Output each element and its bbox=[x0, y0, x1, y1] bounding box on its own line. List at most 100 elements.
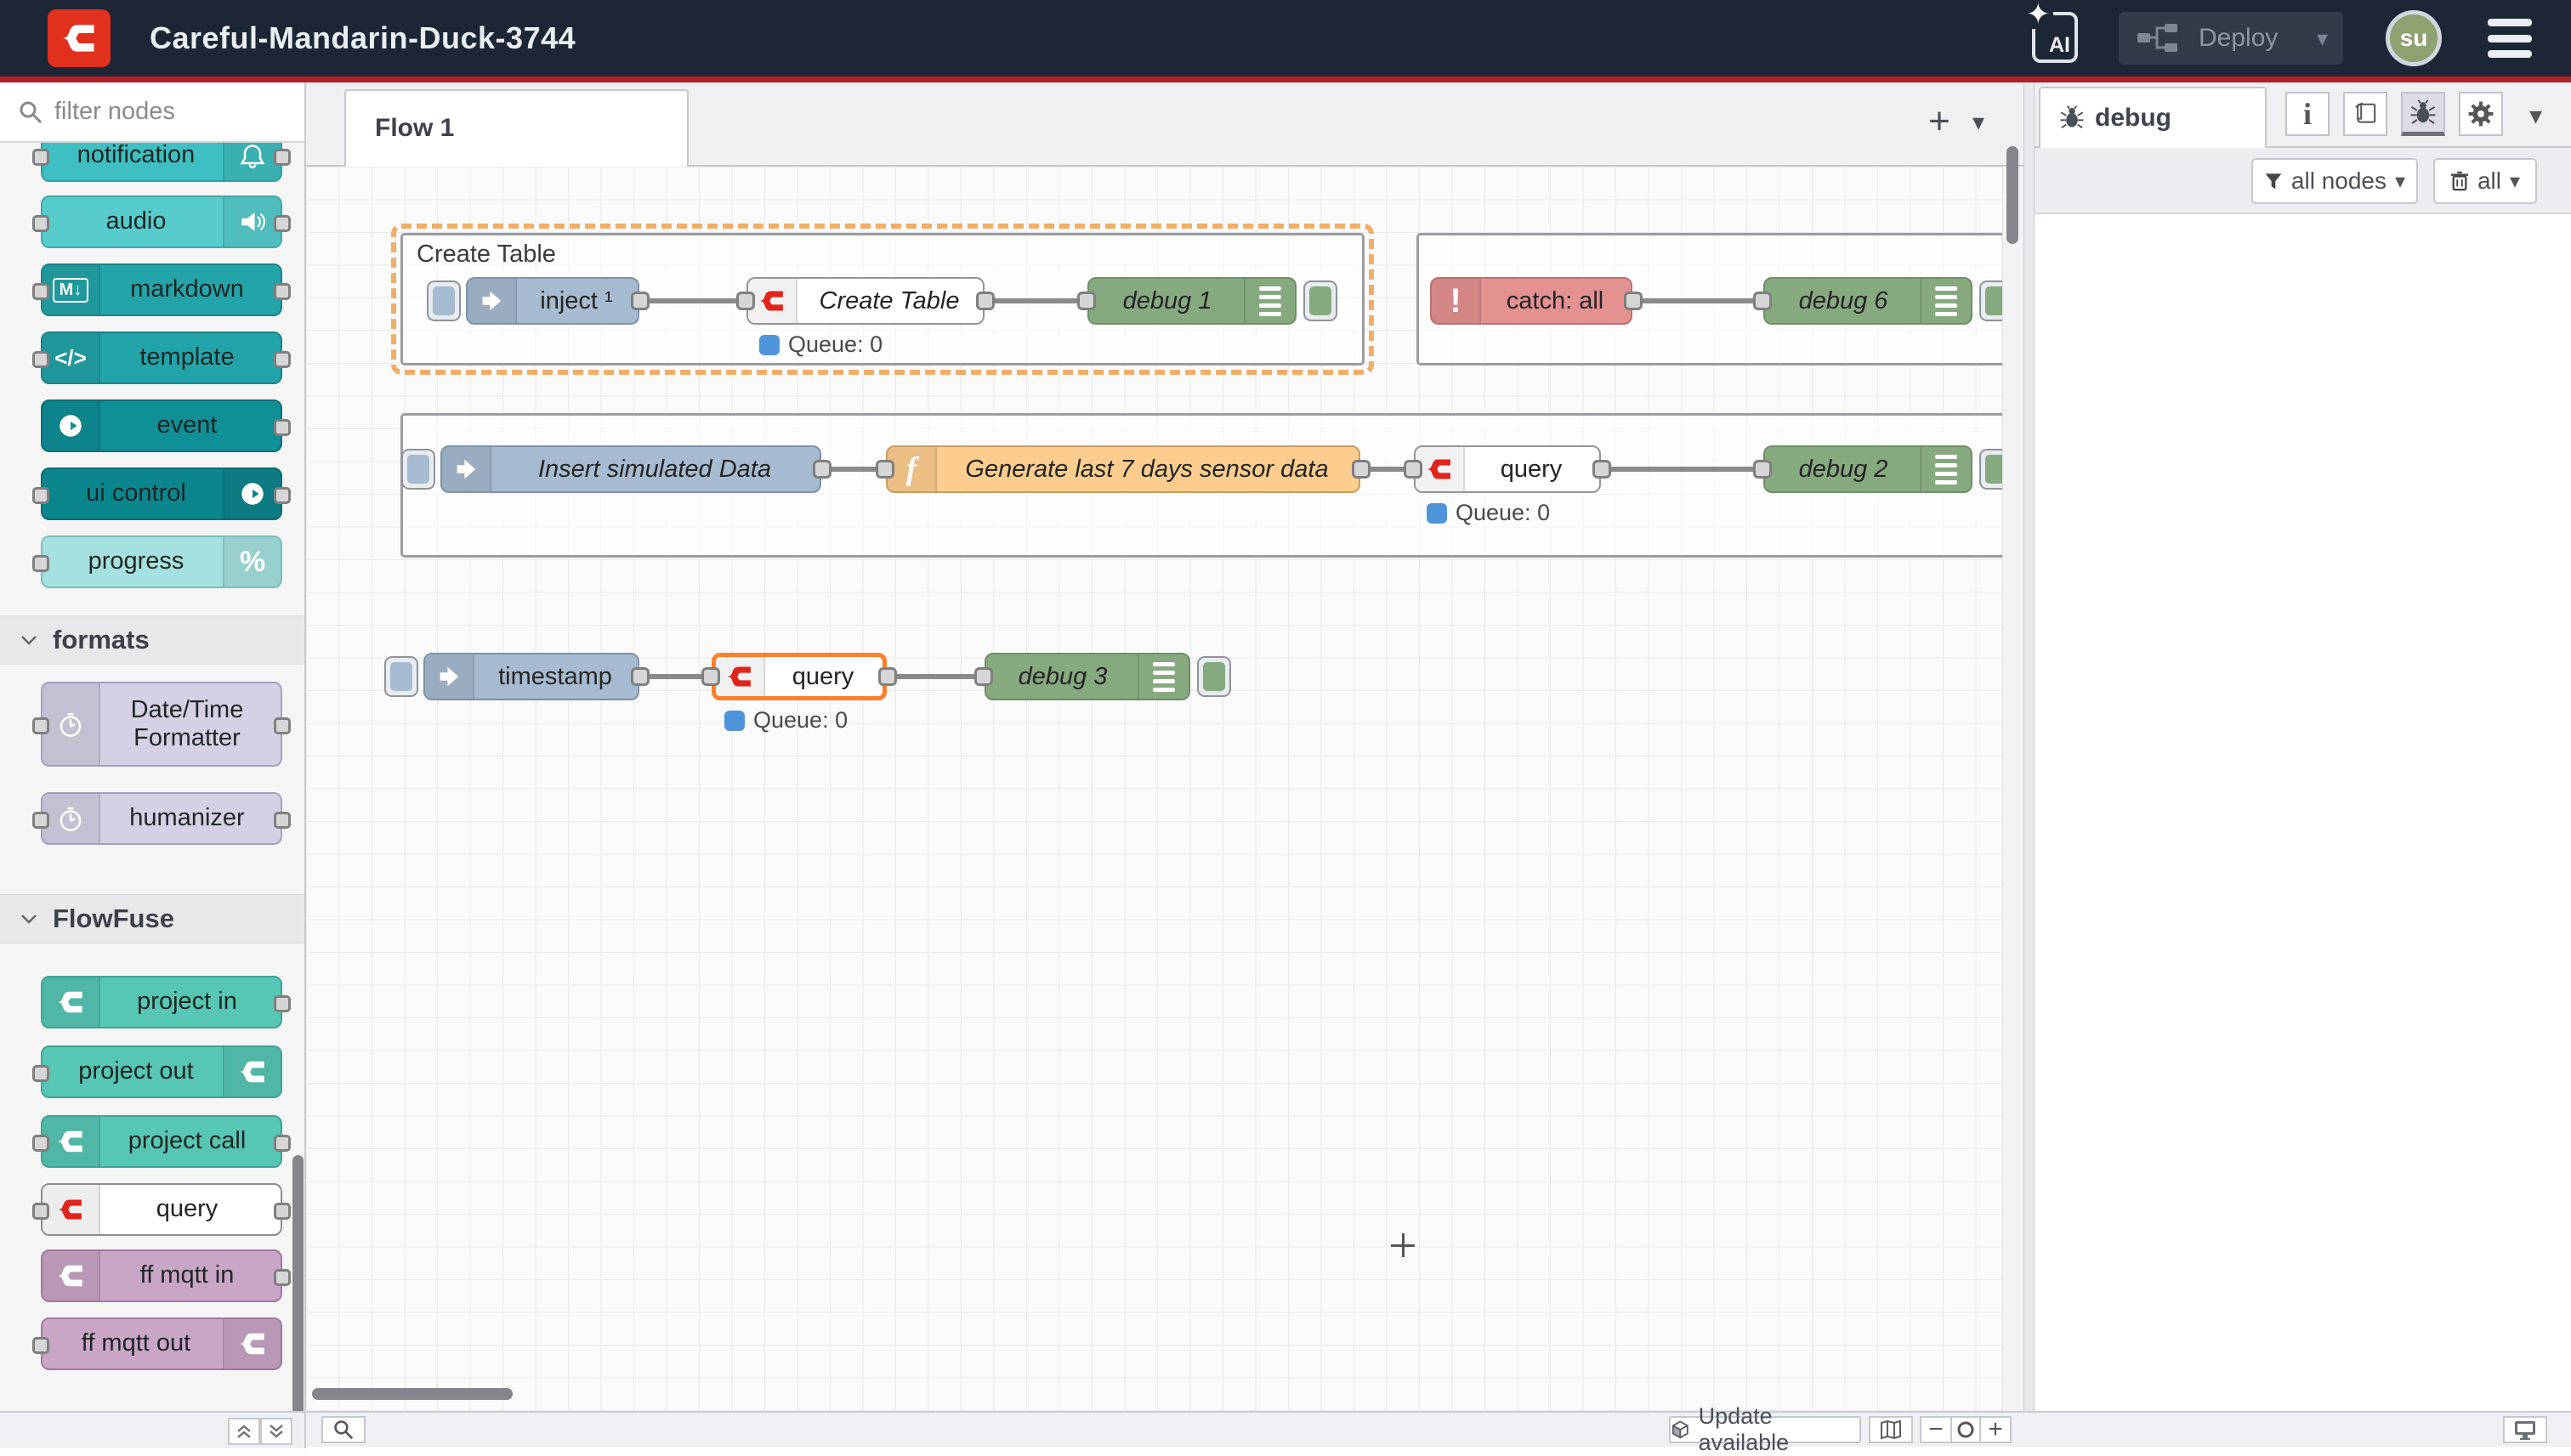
wire[interactable] bbox=[887, 674, 985, 679]
input-port[interactable] bbox=[1753, 460, 1772, 479]
wire[interactable] bbox=[1601, 467, 1763, 472]
palette-expand-all-button[interactable] bbox=[260, 1418, 292, 1445]
zoom-reset-button[interactable] bbox=[1950, 1416, 1981, 1443]
deploy-caret-icon[interactable]: ▾ bbox=[2317, 25, 2328, 52]
node-catch-all[interactable]: !catch: all bbox=[1430, 277, 1632, 325]
palette-node-markdown[interactable]: M↓ markdown bbox=[41, 263, 282, 316]
wire[interactable] bbox=[639, 298, 746, 303]
input-port[interactable] bbox=[1753, 292, 1772, 310]
sidebar-help-button[interactable] bbox=[2343, 92, 2387, 136]
palette-node-project-call[interactable]: project call bbox=[41, 1115, 282, 1168]
palette-node-progress[interactable]: % progress bbox=[41, 535, 282, 588]
input-port[interactable] bbox=[32, 717, 49, 734]
output-port[interactable] bbox=[274, 351, 291, 368]
palette-collapse-all-button[interactable] bbox=[228, 1418, 260, 1445]
flow-list-caret-icon[interactable]: ▾ bbox=[1972, 108, 1984, 136]
debug-enable-button[interactable] bbox=[1979, 449, 2002, 490]
input-port[interactable] bbox=[1404, 460, 1422, 479]
output-port[interactable] bbox=[274, 1203, 291, 1220]
inject-button[interactable] bbox=[427, 280, 461, 321]
zoom-out-button[interactable]: − bbox=[1920, 1416, 1950, 1443]
debug-clear-button[interactable]: all ▾ bbox=[2433, 158, 2537, 204]
ai-assistant-icon[interactable]: ✦ AI bbox=[2032, 12, 2078, 63]
node-timestamp[interactable]: timestamp bbox=[423, 653, 639, 700]
output-port[interactable] bbox=[274, 1135, 291, 1152]
wire[interactable] bbox=[1632, 298, 1763, 303]
debug-toggle-strip[interactable] bbox=[1920, 279, 1971, 323]
palette-node-audio[interactable]: audio bbox=[41, 195, 282, 248]
palette-node-datetime-formatter[interactable]: Date/TimeFormatter bbox=[41, 682, 282, 767]
output-port[interactable] bbox=[274, 149, 291, 166]
sidebar-config-button[interactable] bbox=[2459, 92, 2503, 136]
palette-node-humanizer[interactable]: humanizer bbox=[41, 792, 282, 845]
output-port[interactable] bbox=[274, 1269, 291, 1286]
output-port[interactable] bbox=[631, 292, 650, 310]
input-port[interactable] bbox=[736, 292, 755, 310]
output-port[interactable] bbox=[274, 283, 291, 300]
main-menu-button[interactable] bbox=[2488, 19, 2532, 58]
sidebar-tabs-caret-icon[interactable]: ▾ bbox=[2529, 101, 2542, 131]
user-avatar[interactable]: su bbox=[2386, 10, 2442, 66]
input-port[interactable] bbox=[32, 351, 49, 368]
zoom-in-button[interactable]: + bbox=[1981, 1416, 2012, 1443]
palette-node-ff-mqtt-out[interactable]: ff mqtt out bbox=[41, 1317, 282, 1370]
input-port[interactable] bbox=[1077, 292, 1096, 310]
palette-node-ff-mqtt-in[interactable]: ff mqtt in bbox=[41, 1249, 282, 1302]
output-port[interactable] bbox=[274, 419, 291, 436]
node-debug-3[interactable]: debug 3 bbox=[985, 653, 1190, 700]
sidebar-info-button[interactable]: i bbox=[2285, 92, 2330, 136]
debug-enable-button[interactable] bbox=[1197, 656, 1231, 697]
node-generate-sensor-data[interactable]: fGenerate last 7 days sensor data bbox=[886, 445, 1360, 493]
sidebar-debug-button[interactable] bbox=[2401, 92, 2445, 136]
palette-node-ui-control[interactable]: ui control bbox=[41, 467, 282, 520]
output-port[interactable] bbox=[1352, 460, 1371, 479]
input-port[interactable] bbox=[32, 812, 49, 829]
debug-enable-button[interactable] bbox=[1303, 280, 1337, 321]
canvas-search-button[interactable] bbox=[321, 1416, 366, 1443]
palette-node-template[interactable]: </> template bbox=[41, 331, 282, 384]
node-debug-2[interactable]: debug 2 bbox=[1763, 445, 1972, 493]
update-available-button[interactable]: Update available bbox=[1669, 1416, 1861, 1443]
debug-enable-button[interactable] bbox=[1979, 280, 2002, 321]
palette-filter-input[interactable] bbox=[53, 97, 286, 127]
input-port[interactable] bbox=[32, 555, 49, 572]
palette-scrollbar[interactable] bbox=[292, 1155, 304, 1444]
output-port[interactable] bbox=[274, 812, 291, 829]
flow-canvas[interactable]: Create Table Queue: 0 Queue: 0 Queue: 0i… bbox=[306, 167, 2002, 1411]
node-debug-6[interactable]: debug 6 bbox=[1763, 277, 1972, 325]
sidebar-tab-debug[interactable]: debug bbox=[2039, 87, 2267, 148]
input-port[interactable] bbox=[32, 283, 49, 300]
debug-toggle-strip[interactable] bbox=[1138, 654, 1189, 699]
input-port[interactable] bbox=[32, 1337, 49, 1354]
node-debug-1[interactable]: debug 1 bbox=[1087, 277, 1297, 325]
canvas-vscroll-track[interactable] bbox=[2002, 167, 2024, 1411]
palette-section-flowfuse[interactable]: FlowFuse bbox=[0, 894, 304, 943]
output-port[interactable] bbox=[878, 667, 897, 686]
output-port[interactable] bbox=[976, 292, 995, 310]
input-port[interactable] bbox=[32, 1065, 49, 1082]
output-port[interactable] bbox=[813, 460, 831, 479]
wire[interactable] bbox=[985, 298, 1087, 303]
debug-toggle-strip[interactable] bbox=[1244, 279, 1295, 323]
deploy-button[interactable]: Deploy ▾ bbox=[2119, 12, 2343, 65]
node-query-2[interactable]: query bbox=[1414, 445, 1601, 493]
input-port[interactable] bbox=[974, 667, 993, 686]
input-port[interactable] bbox=[32, 1135, 49, 1152]
inject-button[interactable] bbox=[384, 656, 418, 697]
input-port[interactable] bbox=[876, 460, 894, 479]
palette-node-query[interactable]: query bbox=[41, 1183, 282, 1236]
debug-filter-button[interactable]: all nodes ▾ bbox=[2251, 158, 2418, 204]
inject-button[interactable] bbox=[401, 449, 435, 490]
tab-flow-1[interactable]: Flow 1 bbox=[344, 89, 689, 167]
minimap-button[interactable] bbox=[1869, 1416, 1913, 1443]
flowfuse-logo-icon[interactable] bbox=[48, 9, 111, 67]
canvas-vscroll-thumb[interactable] bbox=[2006, 146, 2018, 244]
input-port[interactable] bbox=[32, 1203, 49, 1220]
palette-node-project-in[interactable]: project in bbox=[41, 976, 282, 1028]
canvas-hscroll-thumb[interactable] bbox=[312, 1388, 513, 1400]
output-port[interactable] bbox=[274, 215, 291, 232]
output-port[interactable] bbox=[274, 487, 291, 504]
palette-node-project-out[interactable]: project out bbox=[41, 1045, 282, 1098]
sidebar-resize-handle[interactable] bbox=[2023, 82, 2035, 1447]
palette-node-notification[interactable]: notification bbox=[41, 143, 282, 182]
